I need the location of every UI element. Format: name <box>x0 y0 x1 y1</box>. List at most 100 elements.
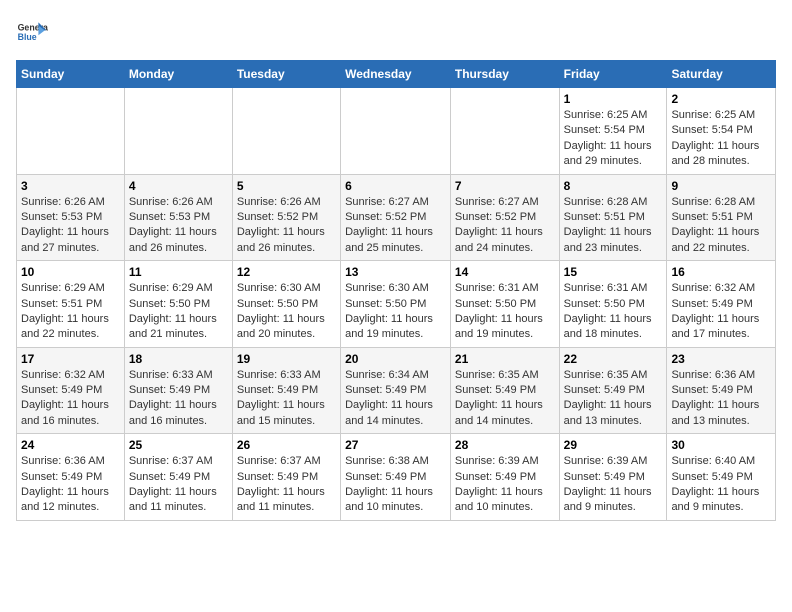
day-info: Sunrise: 6:29 AM Sunset: 5:50 PM Dayligh… <box>129 281 228 343</box>
calendar-week-3: 10 Sunrise: 6:29 AM Sunset: 5:51 PM Dayli… <box>17 261 776 348</box>
day-number: 6 <box>345 179 446 193</box>
calendar-week-4: 17Sunrise: 6:32 AM Sunset: 5:49 PM Dayli… <box>17 347 776 434</box>
calendar-cell: 27 Sunrise: 6:38 AM Sunset: 5:49 PM Dayli… <box>341 434 451 521</box>
calendar-cell <box>232 88 340 175</box>
day-info: Sunrise: 6:35 AM Sunset: 5:49 PM Dayligh… <box>455 368 555 430</box>
day-number: 26 <box>237 438 336 452</box>
day-number: 17 <box>21 352 120 366</box>
day-info: Sunrise: 6:25 AM Sunset: 5:54 PM Dayligh… <box>564 108 663 170</box>
day-info: Sunrise: 6:26 AM Sunset: 5:53 PM Dayligh… <box>129 195 228 257</box>
day-info: Sunrise: 6:33 AM Sunset: 5:49 PM Dayligh… <box>129 368 228 430</box>
calendar-cell: 18 Sunrise: 6:33 AM Sunset: 5:49 PM Dayli… <box>124 347 232 434</box>
calendar-header-saturday: Saturday <box>667 61 776 88</box>
calendar-header-sunday: Sunday <box>17 61 125 88</box>
calendar-cell: 25 Sunrise: 6:37 AM Sunset: 5:49 PM Dayli… <box>124 434 232 521</box>
day-number: 28 <box>455 438 555 452</box>
day-info: Sunrise: 6:26 AM Sunset: 5:52 PM Dayligh… <box>237 195 336 257</box>
calendar-cell: 6 Sunrise: 6:27 AM Sunset: 5:52 PM Daylig… <box>341 174 451 261</box>
calendar-week-2: 3 Sunrise: 6:26 AM Sunset: 5:53 PM Daylig… <box>17 174 776 261</box>
day-info: Sunrise: 6:27 AM Sunset: 5:52 PM Dayligh… <box>345 195 446 257</box>
calendar-cell: 8 Sunrise: 6:28 AM Sunset: 5:51 PM Daylig… <box>559 174 667 261</box>
day-info: Sunrise: 6:32 AM Sunset: 5:49 PM Dayligh… <box>671 281 771 343</box>
day-number: 10 <box>21 265 120 279</box>
day-info: Sunrise: 6:38 AM Sunset: 5:49 PM Dayligh… <box>345 454 446 516</box>
day-info: Sunrise: 6:37 AM Sunset: 5:49 PM Dayligh… <box>237 454 336 516</box>
day-number: 13 <box>345 265 446 279</box>
calendar-cell: 9 Sunrise: 6:28 AM Sunset: 5:51 PM Daylig… <box>667 174 776 261</box>
calendar-cell: 13 Sunrise: 6:30 AM Sunset: 5:50 PM Dayli… <box>341 261 451 348</box>
day-number: 27 <box>345 438 446 452</box>
calendar-cell <box>341 88 451 175</box>
day-number: 18 <box>129 352 228 366</box>
calendar-cell: 10 Sunrise: 6:29 AM Sunset: 5:51 PM Dayli… <box>17 261 125 348</box>
day-info: Sunrise: 6:33 AM Sunset: 5:49 PM Dayligh… <box>237 368 336 430</box>
day-number: 29 <box>564 438 663 452</box>
calendar-cell: 11 Sunrise: 6:29 AM Sunset: 5:50 PM Dayli… <box>124 261 232 348</box>
day-number: 4 <box>129 179 228 193</box>
calendar-cell: 23 Sunrise: 6:36 AM Sunset: 5:49 PM Dayli… <box>667 347 776 434</box>
day-number: 15 <box>564 265 663 279</box>
calendar-header-tuesday: Tuesday <box>232 61 340 88</box>
day-info: Sunrise: 6:25 AM Sunset: 5:54 PM Dayligh… <box>671 108 771 170</box>
day-number: 25 <box>129 438 228 452</box>
calendar-cell: 15 Sunrise: 6:31 AM Sunset: 5:50 PM Dayli… <box>559 261 667 348</box>
calendar-header-monday: Monday <box>124 61 232 88</box>
day-info: Sunrise: 6:27 AM Sunset: 5:52 PM Dayligh… <box>455 195 555 257</box>
calendar-table: SundayMondayTuesdayWednesdayThursdayFrid… <box>16 60 776 521</box>
calendar-week-5: 24 Sunrise: 6:36 AM Sunset: 5:49 PM Dayli… <box>17 434 776 521</box>
calendar-cell: 1 Sunrise: 6:25 AM Sunset: 5:54 PM Daylig… <box>559 88 667 175</box>
day-info: Sunrise: 6:35 AM Sunset: 5:49 PM Dayligh… <box>564 368 663 430</box>
day-info: Sunrise: 6:37 AM Sunset: 5:49 PM Dayligh… <box>129 454 228 516</box>
calendar-header-thursday: Thursday <box>450 61 559 88</box>
calendar-cell: 4 Sunrise: 6:26 AM Sunset: 5:53 PM Daylig… <box>124 174 232 261</box>
page-header: General Blue <box>16 16 776 48</box>
day-number: 24 <box>21 438 120 452</box>
calendar-cell: 29Sunrise: 6:39 AM Sunset: 5:49 PM Dayli… <box>559 434 667 521</box>
day-number: 21 <box>455 352 555 366</box>
calendar-cell: 20Sunrise: 6:34 AM Sunset: 5:49 PM Dayli… <box>341 347 451 434</box>
calendar-cell: 2Sunrise: 6:25 AM Sunset: 5:54 PM Daylig… <box>667 88 776 175</box>
day-info: Sunrise: 6:30 AM Sunset: 5:50 PM Dayligh… <box>345 281 446 343</box>
day-info: Sunrise: 6:36 AM Sunset: 5:49 PM Dayligh… <box>21 454 120 516</box>
day-info: Sunrise: 6:28 AM Sunset: 5:51 PM Dayligh… <box>671 195 771 257</box>
day-number: 9 <box>671 179 771 193</box>
day-number: 14 <box>455 265 555 279</box>
day-info: Sunrise: 6:31 AM Sunset: 5:50 PM Dayligh… <box>455 281 555 343</box>
day-info: Sunrise: 6:40 AM Sunset: 5:49 PM Dayligh… <box>671 454 771 516</box>
calendar-header-friday: Friday <box>559 61 667 88</box>
day-number: 7 <box>455 179 555 193</box>
day-info: Sunrise: 6:29 AM Sunset: 5:51 PM Dayligh… <box>21 281 120 343</box>
day-number: 12 <box>237 265 336 279</box>
calendar-cell <box>17 88 125 175</box>
calendar-cell: 22Sunrise: 6:35 AM Sunset: 5:49 PM Dayli… <box>559 347 667 434</box>
calendar-cell: 17Sunrise: 6:32 AM Sunset: 5:49 PM Dayli… <box>17 347 125 434</box>
calendar-cell <box>450 88 559 175</box>
calendar-cell: 26 Sunrise: 6:37 AM Sunset: 5:49 PM Dayli… <box>232 434 340 521</box>
day-number: 11 <box>129 265 228 279</box>
logo-icon: General Blue <box>16 16 48 48</box>
logo: General Blue <box>16 16 48 48</box>
calendar-cell: 24 Sunrise: 6:36 AM Sunset: 5:49 PM Dayli… <box>17 434 125 521</box>
calendar-cell: 7 Sunrise: 6:27 AM Sunset: 5:52 PM Daylig… <box>450 174 559 261</box>
calendar-cell: 19 Sunrise: 6:33 AM Sunset: 5:49 PM Dayli… <box>232 347 340 434</box>
calendar-cell: 14 Sunrise: 6:31 AM Sunset: 5:50 PM Dayli… <box>450 261 559 348</box>
day-number: 19 <box>237 352 336 366</box>
calendar-cell <box>124 88 232 175</box>
day-number: 23 <box>671 352 771 366</box>
day-info: Sunrise: 6:26 AM Sunset: 5:53 PM Dayligh… <box>21 195 120 257</box>
day-info: Sunrise: 6:28 AM Sunset: 5:51 PM Dayligh… <box>564 195 663 257</box>
calendar-cell: 30Sunrise: 6:40 AM Sunset: 5:49 PM Dayli… <box>667 434 776 521</box>
day-number: 1 <box>564 92 663 106</box>
calendar-cell: 5Sunrise: 6:26 AM Sunset: 5:52 PM Daylig… <box>232 174 340 261</box>
day-info: Sunrise: 6:31 AM Sunset: 5:50 PM Dayligh… <box>564 281 663 343</box>
day-number: 3 <box>21 179 120 193</box>
day-info: Sunrise: 6:30 AM Sunset: 5:50 PM Dayligh… <box>237 281 336 343</box>
day-info: Sunrise: 6:36 AM Sunset: 5:49 PM Dayligh… <box>671 368 771 430</box>
svg-text:Blue: Blue <box>18 32 37 42</box>
day-number: 16 <box>671 265 771 279</box>
calendar-header-wednesday: Wednesday <box>341 61 451 88</box>
day-info: Sunrise: 6:34 AM Sunset: 5:49 PM Dayligh… <box>345 368 446 430</box>
calendar-cell: 21 Sunrise: 6:35 AM Sunset: 5:49 PM Dayli… <box>450 347 559 434</box>
calendar-week-1: 1 Sunrise: 6:25 AM Sunset: 5:54 PM Daylig… <box>17 88 776 175</box>
day-number: 8 <box>564 179 663 193</box>
